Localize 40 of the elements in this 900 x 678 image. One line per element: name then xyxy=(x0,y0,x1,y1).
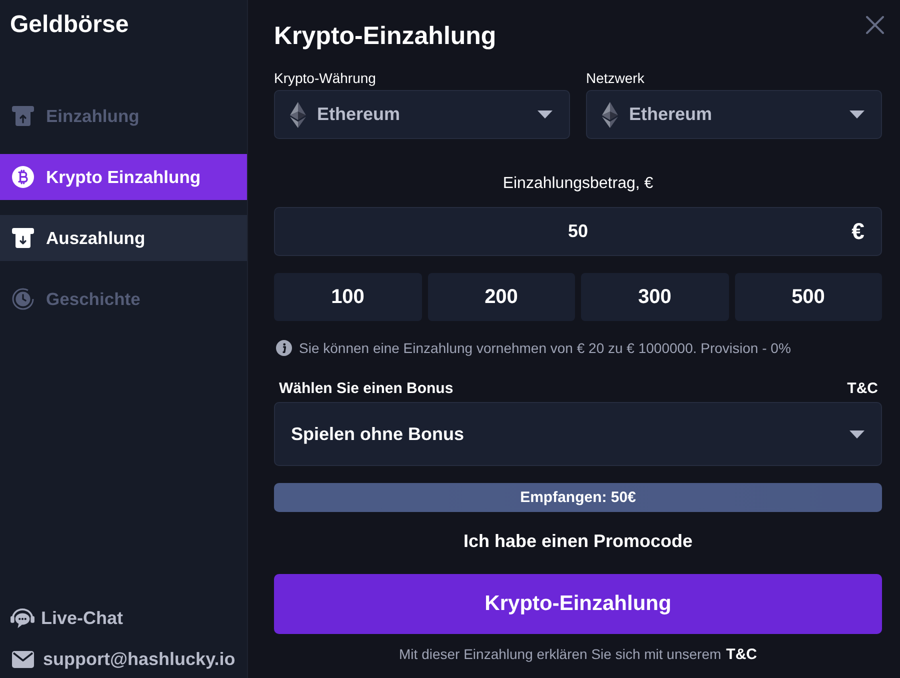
caret-icon xyxy=(537,110,553,119)
received-amount-bar: Empfangen: 50€ xyxy=(274,483,882,512)
amount-label: Einzahlungsbetrag, € xyxy=(502,174,654,194)
info-icon xyxy=(276,340,292,356)
quick-amount-button[interactable]: 500 xyxy=(734,273,882,321)
mail-icon xyxy=(12,650,34,668)
deposit-button[interactable]: Krypto-Einzahlung xyxy=(274,574,882,634)
clock-icon xyxy=(12,288,34,310)
atm-deposit-icon xyxy=(12,105,34,127)
sidebar-item[interactable]: Krypto Einzahlung xyxy=(0,154,247,200)
bitcoin-icon xyxy=(12,166,34,188)
close-icon xyxy=(866,16,884,34)
terms-link[interactable]: T&C xyxy=(847,380,878,396)
caret-icon xyxy=(849,430,865,438)
ethereum-icon xyxy=(290,102,306,128)
caret-icon xyxy=(849,110,865,119)
ethereum-icon xyxy=(602,102,618,128)
bonus-label: Wählen Sie einen Bonus xyxy=(279,380,454,396)
quick-amount-button[interactable]: 300 xyxy=(581,273,728,321)
quick-amount-button[interactable]: 200 xyxy=(428,273,575,321)
dialog-title: Krypto-Einzahlung xyxy=(274,21,496,52)
currency-symbol: € xyxy=(850,218,866,245)
live-chat-link[interactable]: Live-Chat xyxy=(10,606,247,630)
currency-select[interactable]: Ethereum xyxy=(274,90,570,139)
bonus-select[interactable]: Spielen ohne Bonus xyxy=(274,402,882,466)
deposit-limits-text: Sie können eine Einzahlung vornehmen von € 20 zu € 1000000. Provision - 0% xyxy=(299,340,791,356)
wallet-title: Geldbörse xyxy=(9,10,130,40)
promo-code-link[interactable]: Ich habe einen Promocode xyxy=(463,530,693,552)
atm-withdraw-icon xyxy=(12,227,34,249)
terms-link[interactable]: T&C xyxy=(726,646,757,662)
chat-headset-icon xyxy=(10,606,35,630)
terms-note: Mit dieser Einzahlung erklären Sie sich mit unserem xyxy=(399,646,722,662)
sidebar-item[interactable]: Auszahlung xyxy=(0,215,247,261)
currency-label: Krypto-Währung xyxy=(274,70,377,87)
amount-field[interactable]: 50 € xyxy=(274,207,882,256)
support-email-link[interactable]: support@hashlucky.io xyxy=(10,647,247,671)
network-label: Netzwerk xyxy=(586,70,646,87)
quick-amount-button[interactable]: 100 xyxy=(274,273,422,321)
close-button[interactable] xyxy=(866,16,884,34)
network-select[interactable]: Ethereum xyxy=(586,90,882,139)
